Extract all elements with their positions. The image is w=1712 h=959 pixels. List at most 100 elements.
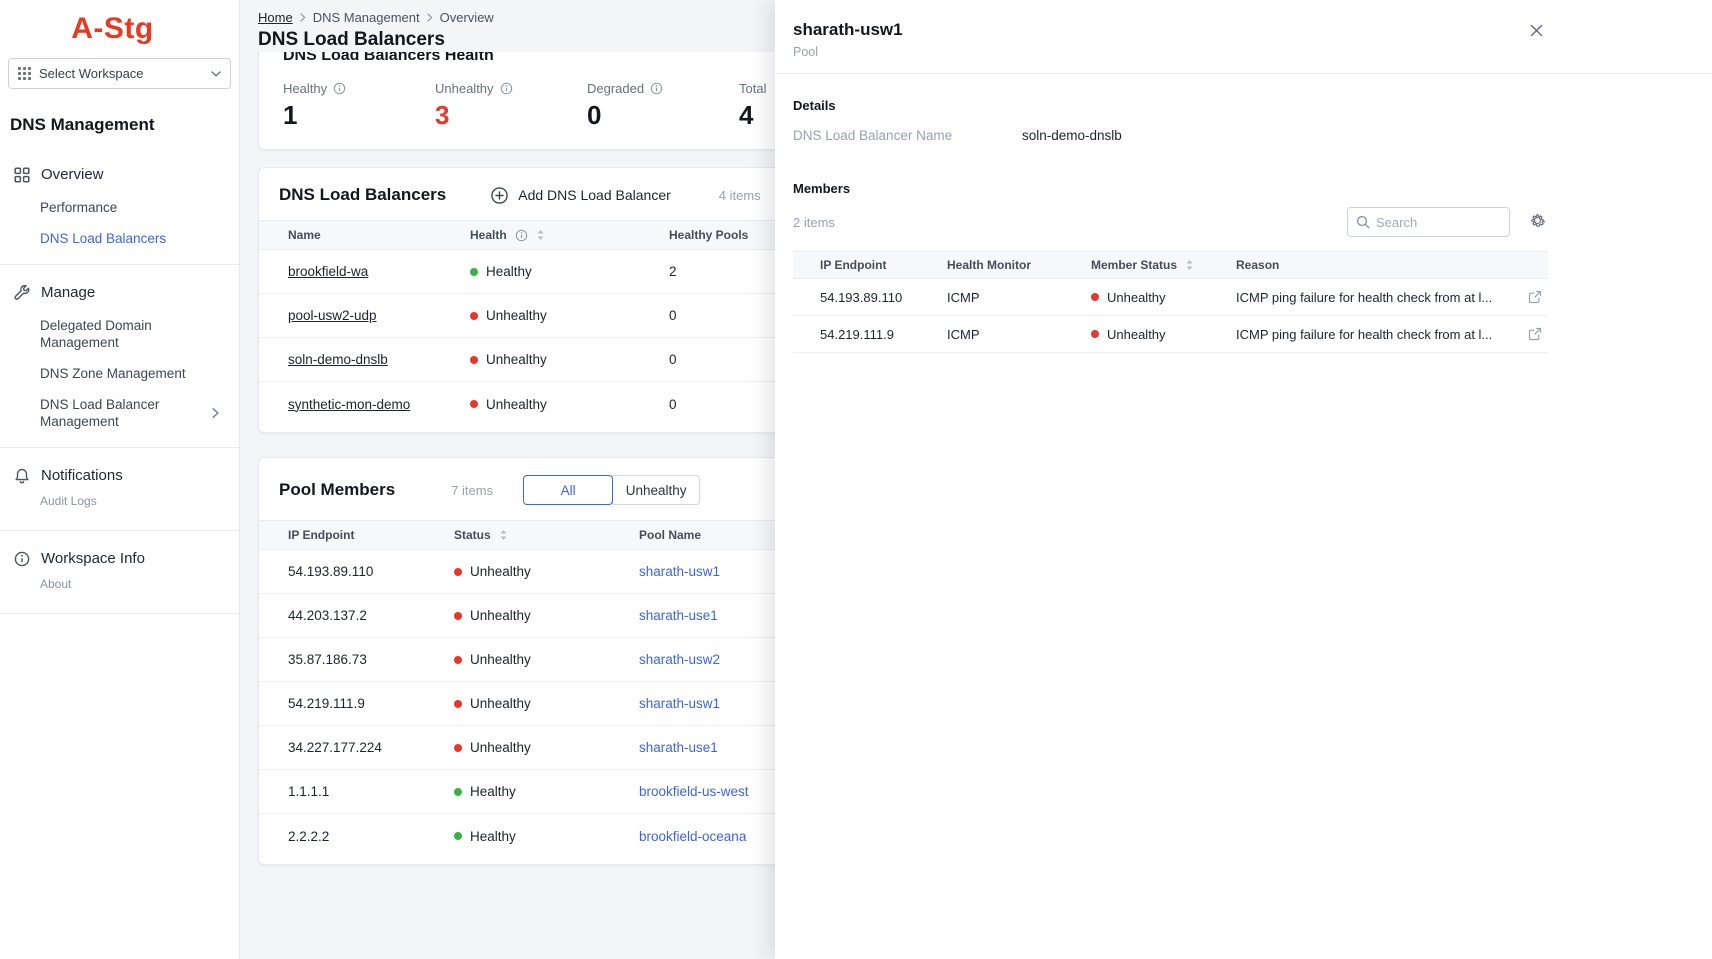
tab-all[interactable]: All [523, 475, 613, 505]
column-header-health[interactable]: Health [470, 228, 669, 242]
breadcrumb-overview: Overview [440, 10, 494, 25]
status-label: Unhealthy [470, 696, 531, 711]
stat-value: 0 [587, 101, 739, 129]
bell-icon [14, 468, 30, 484]
close-icon[interactable] [1528, 22, 1545, 42]
search-input[interactable] [1376, 215, 1501, 230]
health-cell: Unhealthy [470, 352, 669, 367]
pool-name-link[interactable]: brookfield-oceana [639, 829, 746, 844]
info-icon[interactable] [500, 82, 513, 95]
column-header-health-monitor: Health Monitor [947, 258, 1091, 272]
load-balancer-name-link[interactable]: synthetic-mon-demo [288, 397, 410, 412]
sidebar-item-about[interactable]: About [0, 576, 239, 603]
drawer-body: Details DNS Load Balancer Name soln-demo… [775, 98, 1712, 359]
sidebar-section-overview[interactable]: Overview [0, 157, 239, 192]
external-link-icon[interactable] [1528, 327, 1542, 341]
table-header: IP Endpoint Health Monitor Member Status… [793, 251, 1548, 279]
gear-icon[interactable] [1527, 210, 1548, 234]
info-icon[interactable] [650, 82, 663, 95]
status-dot [454, 656, 462, 664]
workspace-selector[interactable]: Select Workspace [8, 58, 231, 89]
status-cell: Unhealthy [454, 608, 639, 623]
info-icon[interactable] [515, 229, 528, 242]
status-dot [454, 788, 462, 796]
stat-label: Total [739, 81, 766, 96]
chevron-down-icon [211, 71, 221, 77]
members-heading: Members [793, 181, 1548, 196]
pool-name-link[interactable]: sharath-usw2 [639, 652, 720, 667]
status-label: Unhealthy [1107, 327, 1166, 342]
add-button-label: Add DNS Load Balancer [518, 187, 671, 203]
sort-icon[interactable] [499, 529, 508, 541]
status-label: Unhealthy [1107, 290, 1166, 305]
sidebar-section-notifications[interactable]: Notifications [0, 458, 239, 493]
member-row[interactable]: 54.219.111.9 ICMP Unhealthy ICMP ping fa… [793, 316, 1548, 353]
pool-name-link[interactable]: sharath-usw1 [639, 564, 720, 579]
card-title: Pool Members [279, 480, 395, 500]
stat-value: 1 [283, 101, 435, 129]
workspace-selector-label: Select Workspace [39, 66, 144, 81]
section-label-manage: Manage [41, 284, 95, 301]
status-dot [1091, 293, 1099, 301]
product-title: DNS Management [10, 115, 239, 135]
search-icon [1356, 215, 1370, 229]
member-row[interactable]: 54.193.89.110 ICMP Unhealthy ICMP ping f… [793, 279, 1548, 316]
tab-unhealthy[interactable]: Unhealthy [612, 475, 700, 505]
health-status-label: Unhealthy [486, 308, 547, 323]
pool-name-link[interactable]: sharath-usw1 [639, 696, 720, 711]
external-link-icon[interactable] [1528, 290, 1542, 304]
stat-label: Healthy [283, 81, 327, 96]
health-status-dot [470, 268, 478, 276]
status-label: Unhealthy [470, 652, 531, 667]
sidebar-item-dns-zone-management[interactable]: DNS Zone Management [0, 358, 239, 389]
sidebar: A-Stg Select Workspace DNS Management Ov… [0, 0, 240, 959]
sort-icon[interactable] [536, 229, 545, 241]
sidebar-item-dns-load-balancer-management[interactable]: DNS Load Balancer Management [0, 389, 239, 437]
sidebar-item-label: DNS Load Balancer Management [40, 397, 159, 429]
ip-endpoint-cell: 35.87.186.73 [259, 652, 454, 667]
pool-name-link[interactable]: sharath-use1 [639, 608, 718, 623]
status-cell: Healthy [454, 829, 639, 844]
sidebar-item-audit-logs[interactable]: Audit Logs [0, 493, 239, 520]
health-status-dot [470, 400, 478, 408]
column-header-reason: Reason [1236, 258, 1514, 272]
health-status-label: Unhealthy [486, 397, 547, 412]
health-status-label: Unhealthy [486, 352, 547, 367]
sidebar-item-performance[interactable]: Performance [0, 192, 239, 223]
pool-name-link[interactable]: sharath-use1 [639, 740, 718, 755]
chevron-right-icon [212, 408, 219, 419]
member-status-cell: Unhealthy [1091, 290, 1236, 305]
reason-cell: ICMP ping failure for health check from … [1236, 327, 1514, 342]
drawer-header: sharath-usw1 Pool [775, 0, 1712, 74]
pool-detail-drawer: sharath-usw1 Pool Details DNS Load Balan… [775, 0, 1712, 959]
sidebar-item-dns-load-balancers[interactable]: DNS Load Balancers [0, 223, 239, 254]
ip-endpoint-cell: 54.219.111.9 [259, 696, 454, 711]
drawer-subtitle: Pool [793, 45, 1548, 59]
breadcrumb-dns-management[interactable]: DNS Management [313, 10, 420, 25]
health-status-dot [470, 312, 478, 320]
ip-endpoint-cell: 54.193.89.110 [259, 564, 454, 579]
sidebar-section-workspace-info[interactable]: Workspace Info [0, 541, 239, 576]
sort-icon[interactable] [1185, 259, 1194, 271]
pool-name-link[interactable]: brookfield-us-west [639, 784, 749, 799]
load-balancer-name-link[interactable]: pool-usw2-udp [288, 308, 377, 323]
section-label-overview: Overview [41, 166, 104, 183]
stat-label: Degraded [587, 81, 644, 96]
chevron-right-icon [427, 13, 433, 22]
load-balancer-name-link[interactable]: soln-demo-dnslb [288, 352, 388, 367]
detail-label: DNS Load Balancer Name [793, 128, 1022, 143]
add-dns-load-balancer-button[interactable]: Add DNS Load Balancer [490, 186, 671, 205]
add-load-balancer-icon [490, 186, 509, 205]
breadcrumb-home[interactable]: Home [258, 10, 293, 25]
sidebar-item-delegated-domain-management[interactable]: Delegated Domain Management [0, 310, 239, 358]
column-header-member-status[interactable]: Member Status [1091, 258, 1236, 272]
info-icon[interactable] [333, 82, 346, 95]
sidebar-section-manage[interactable]: Manage [0, 275, 239, 310]
column-header-status[interactable]: Status [454, 528, 639, 542]
status-label: Healthy [470, 784, 516, 799]
stat-degraded: Degraded 0 [587, 81, 739, 129]
load-balancer-name-link[interactable]: brookfield-wa [288, 264, 368, 279]
items-count: 4 items [719, 188, 761, 203]
section-label-notifications: Notifications [41, 467, 123, 484]
status-cell: Unhealthy [454, 696, 639, 711]
